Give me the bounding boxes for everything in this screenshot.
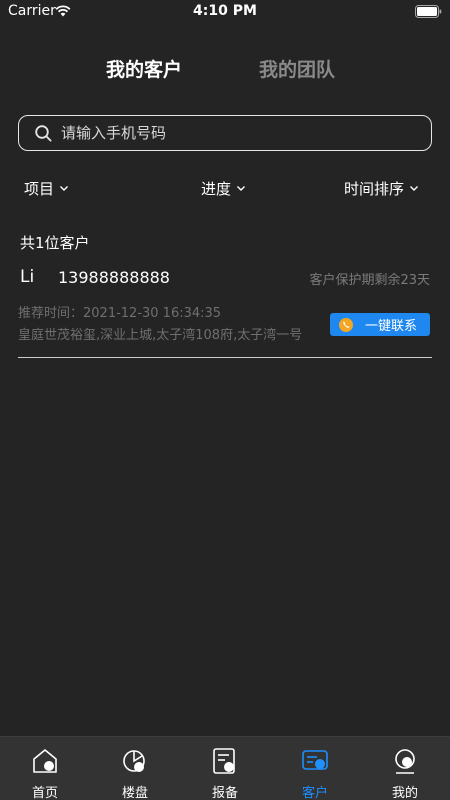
tabbar-item-report[interactable]: 报备: [180, 737, 270, 800]
phone-icon: [339, 317, 353, 332]
tabbar-item-mine[interactable]: 我的: [360, 737, 450, 800]
tabbar-label: 首页: [31, 786, 58, 800]
search-icon: [35, 125, 52, 142]
tabbar-item-customers[interactable]: 客户: [270, 737, 360, 800]
filter-project-label: 项目: [24, 180, 55, 198]
tabbar-item-home[interactable]: 首页: [0, 737, 90, 800]
filter-sort-label: 时间排序: [344, 180, 405, 198]
tabbar-label: 楼盘: [121, 786, 148, 800]
customer-phone: 13988888888: [58, 268, 170, 287]
battery-icon: [415, 5, 442, 18]
search-input[interactable]: [61, 116, 421, 150]
contact-button-label: 一键联系: [365, 319, 418, 334]
status-bar: Carrier 4:10 PM: [0, 0, 450, 24]
customer-name: Li: [20, 267, 35, 287]
recommend-time: 推荐时间：2021-12-30 16:34:35: [18, 306, 222, 321]
building-icon: [123, 750, 145, 772]
clock: 4:10 PM: [193, 3, 257, 19]
search-box[interactable]: [18, 115, 432, 151]
customer-card[interactable]: Li 13988888888 客户保护期剩余23天 推荐时间：2021-12-3…: [18, 262, 432, 358]
chevron-down-icon: [60, 186, 69, 191]
filter-bar: 项目 进度 时间排序: [0, 178, 450, 202]
customer-icon: [302, 750, 328, 770]
filter-progress[interactable]: 进度: [201, 178, 246, 199]
chevron-down-icon: [410, 186, 419, 191]
home-icon: [33, 749, 57, 773]
profile-icon: [395, 749, 415, 774]
top-tabs: 我的客户 我的团队: [0, 55, 450, 85]
report-icon: [213, 748, 235, 774]
tab-my-customers[interactable]: 我的客户: [106, 55, 182, 82]
customer-count: 共1位客户: [20, 234, 90, 252]
tabbar-label: 客户: [301, 786, 328, 800]
filter-project[interactable]: 项目: [24, 178, 69, 199]
filter-sort[interactable]: 时间排序: [344, 178, 419, 199]
protection-period: 客户保护期剩余23天: [309, 273, 430, 288]
tabbar-item-buildings[interactable]: 楼盘: [90, 737, 180, 800]
filter-progress-label: 进度: [201, 180, 232, 198]
chevron-down-icon: [237, 186, 246, 191]
project-list: 皇庭世茂裕玺,深业上城,太子湾108府,太子湾一号: [18, 328, 303, 343]
bottom-tab-bar: 首页 楼盘 报备 客户 我的: [0, 736, 450, 800]
tabbar-label: 报备: [211, 786, 238, 800]
contact-button[interactable]: 一键联系: [330, 313, 430, 336]
tabbar-label: 我的: [391, 786, 418, 800]
tab-my-team[interactable]: 我的团队: [259, 55, 335, 82]
